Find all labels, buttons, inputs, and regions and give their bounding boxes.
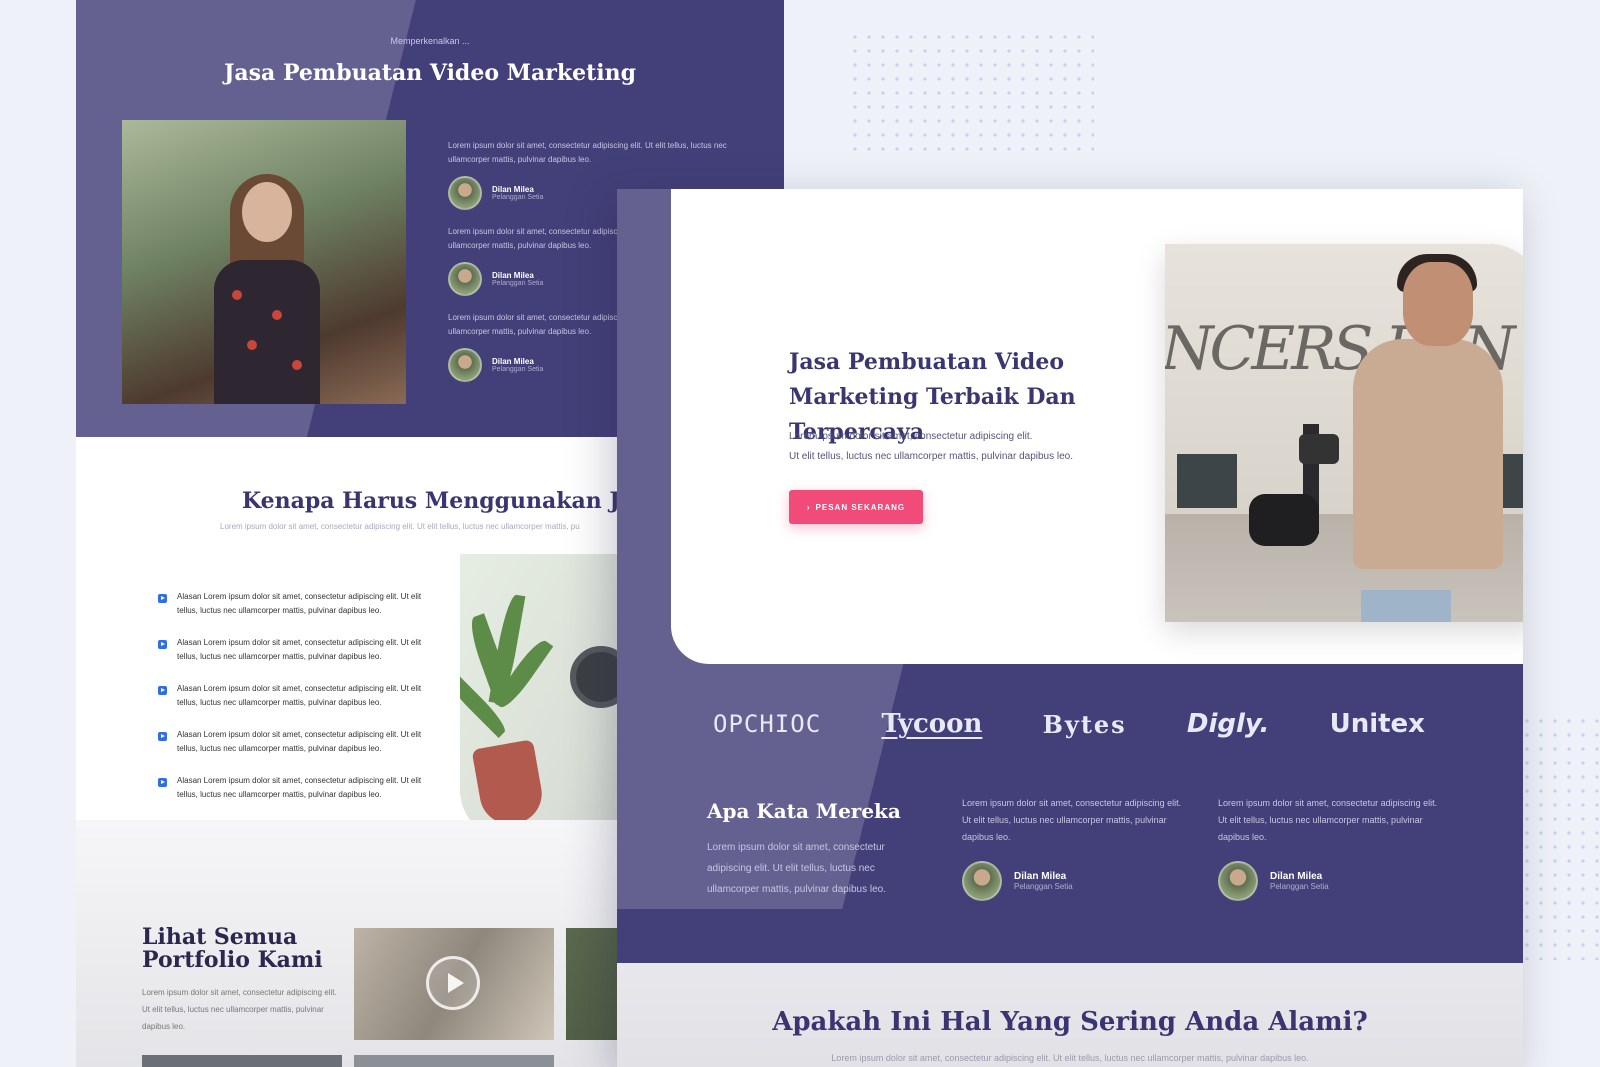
- author-name: Dilan Milea: [492, 185, 534, 194]
- problem-title: Apakah Ini Hal Yang Sering Anda Alami?: [772, 1007, 1368, 1037]
- reason-item: Alasan Lorem ipsum dolor sit amet, conse…: [158, 728, 428, 756]
- avatar: [448, 348, 482, 382]
- testimonial-author: Dilan Milea Pelanggan Setia: [448, 176, 543, 210]
- author-role: Pelanggan Setia: [492, 194, 544, 201]
- reason-text: Alasan Lorem ipsum dolor sit amet, conse…: [177, 730, 422, 753]
- testimonial-text: Lorem ipsum dolor sit amet, consectetur …: [1218, 798, 1438, 842]
- reason-item: Alasan Lorem ipsum dolor sit amet, conse…: [158, 590, 428, 618]
- check-icon: [158, 778, 167, 787]
- chevron-right-icon: ›: [806, 502, 811, 512]
- portfolio-desc: Lorem ipsum dolor sit amet, consectetur …: [142, 988, 337, 1031]
- reason-text: Alasan Lorem ipsum dolor sit amet, conse…: [177, 776, 422, 799]
- videographer-photo: NCERS FKN: [1165, 244, 1523, 622]
- reason-text: Alasan Lorem ipsum dolor sit amet, conse…: [177, 684, 422, 707]
- avatar: [1218, 861, 1258, 901]
- problem-section: Apakah Ini Hal Yang Sering Anda Alami? L…: [617, 963, 1523, 1067]
- check-icon: [158, 686, 167, 695]
- reason-item: Alasan Lorem ipsum dolor sit amet, conse…: [158, 774, 428, 802]
- client-logo: Bytes: [1042, 709, 1127, 739]
- intro-eyebrow: Memperkenalkan ...: [390, 36, 470, 46]
- author-role: Pelanggan Setia: [492, 366, 544, 373]
- author-name: Dilan Milea: [492, 357, 534, 366]
- check-icon: [158, 594, 167, 603]
- client-logo: Unitex: [1329, 709, 1425, 739]
- testimonial-author: Dilan Milea Pelanggan Setia: [448, 348, 543, 382]
- author-name: Dilan Milea: [1014, 871, 1067, 882]
- avatar: [448, 262, 482, 296]
- client-logo: Tycoon: [881, 709, 983, 739]
- avatar: [962, 861, 1002, 901]
- check-icon: [158, 640, 167, 649]
- intro-title: Jasa Pembuatan Video Marketing: [224, 60, 636, 86]
- problem-subtitle: Lorem ipsum dolor sit amet, consectetur …: [831, 1053, 1309, 1063]
- testimonials-title: Apa Kata Mereka: [707, 799, 901, 823]
- testimonial-author: Dilan Milea Pelanggan Setia: [1218, 861, 1329, 901]
- reason-text: Alasan Lorem ipsum dolor sit amet, conse…: [177, 592, 422, 615]
- dot-pattern-right: [1520, 714, 1600, 960]
- portfolio-title: Lihat Semua Portfolio Kami: [142, 924, 323, 973]
- testimonial-author: Dilan Milea Pelanggan Setia: [962, 861, 1073, 901]
- woman-photo: [122, 120, 406, 404]
- testimonial-author: Dilan Milea Pelanggan Setia: [448, 262, 543, 296]
- play-icon[interactable]: [426, 956, 480, 1010]
- author-name: Dilan Milea: [1270, 871, 1323, 882]
- reason-item: Alasan Lorem ipsum dolor sit amet, conse…: [158, 682, 428, 710]
- order-now-button[interactable]: › PESAN SEKARANG: [789, 490, 923, 524]
- author-role: Pelanggan Setia: [492, 280, 544, 287]
- author-role: Pelanggan Setia: [1014, 882, 1073, 891]
- client-logo: OPCHIOC: [713, 710, 822, 738]
- why-us-subtitle: Lorem ipsum dolor sit amet, consectetur …: [220, 522, 580, 531]
- hero-lead: Lorem ipsum dolor sit amet, consectetur …: [789, 431, 1074, 462]
- avatar: [448, 176, 482, 210]
- hero-card: Jasa Pembuatan Video Marketing Terbaik D…: [671, 189, 1523, 664]
- reason-text: Alasan Lorem ipsum dolor sit amet, conse…: [177, 638, 422, 661]
- author-name: Dilan Milea: [492, 271, 534, 280]
- reason-item: Alasan Lorem ipsum dolor sit amet, conse…: [158, 636, 428, 664]
- testimonial-text: Lorem ipsum dolor sit amet, consectetur …: [962, 798, 1182, 842]
- front-page-mockup: Jasa Pembuatan Video Marketing Terbaik D…: [617, 189, 1523, 1067]
- client-logos: OPCHIOC Tycoon Bytes Digly. Unitex: [713, 709, 1425, 739]
- testimonial-text: Lorem ipsum dolor sit amet, consectetur …: [448, 141, 727, 164]
- client-logo: Digly.: [1186, 709, 1270, 739]
- camera-gimbal: [1249, 424, 1369, 554]
- testimonials-desc: Lorem ipsum dolor sit amet, consectetur …: [707, 842, 886, 895]
- order-now-label: PESAN SEKARANG: [815, 502, 906, 512]
- check-icon: [158, 732, 167, 741]
- dot-pattern-top: [848, 30, 1094, 154]
- author-role: Pelanggan Setia: [1270, 882, 1329, 891]
- portfolio-video-thumb[interactable]: [354, 928, 554, 1040]
